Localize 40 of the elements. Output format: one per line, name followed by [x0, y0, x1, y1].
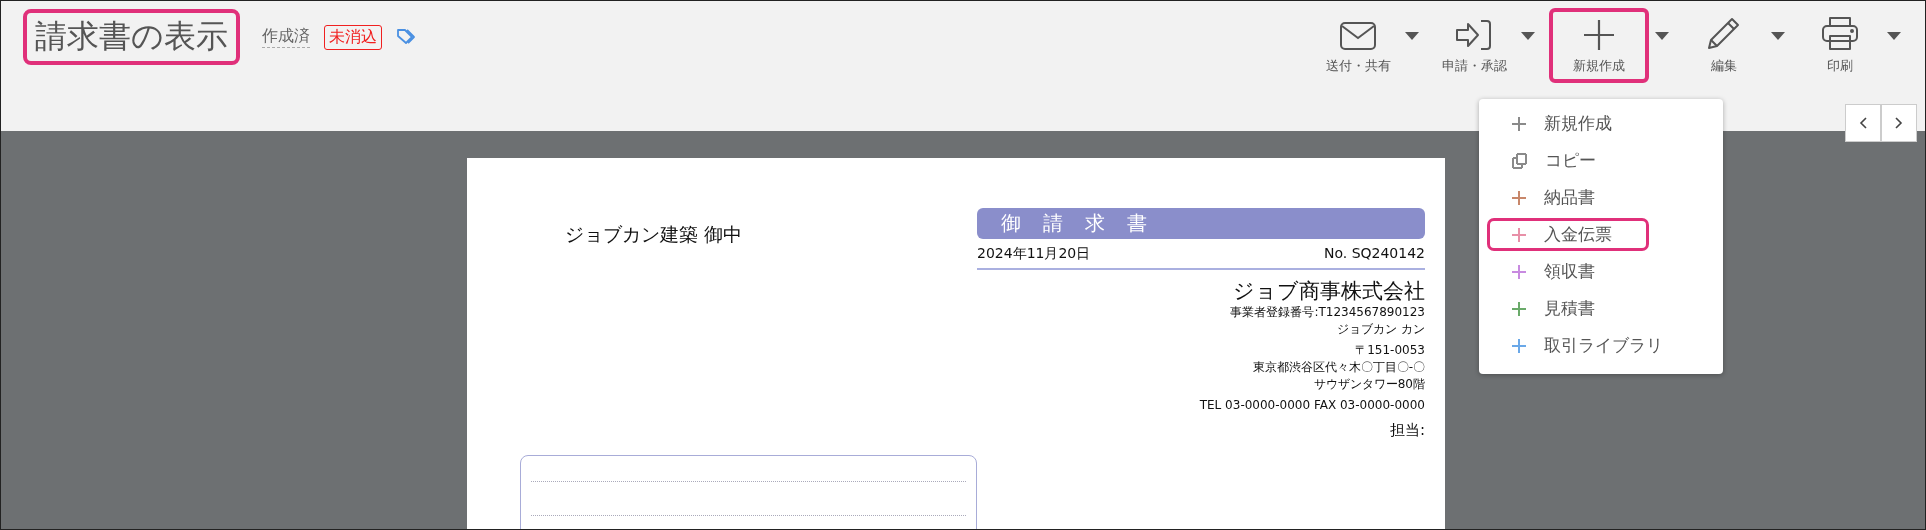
caret-icon[interactable] [1655, 31, 1669, 40]
caret-icon[interactable] [1521, 31, 1535, 40]
tag-icon[interactable] [396, 28, 418, 46]
caret-icon[interactable] [1771, 31, 1785, 40]
contact-label: 担当: [1389, 422, 1425, 439]
toolbar-button[interactable]: 申請・承認 [1433, 8, 1515, 83]
phone-fax: TEL 03-0000-0000 FAX 03-0000-0000 [1199, 397, 1425, 414]
registration-number: 事業者登録番号:T1234567890123 [1230, 304, 1425, 321]
recipient-name: ジョブカン建築 御中 [565, 223, 743, 245]
pencil-icon [1706, 15, 1742, 51]
toolbar-button[interactable]: 送付・共有 [1317, 8, 1399, 83]
printer-icon [1821, 15, 1859, 51]
company-name: ジョブ商事株式会社 [1233, 278, 1425, 304]
menu-item[interactable]: 領収書 [1487, 255, 1649, 288]
menu-item[interactable]: 納品書 [1487, 181, 1649, 214]
postal-code: 〒151-0053 [1355, 342, 1425, 359]
caret-icon[interactable] [1405, 31, 1419, 40]
address-line: 東京都渋谷区代々木〇丁目〇-〇 [1252, 359, 1425, 376]
invoice-number: No. SQ240142 [1323, 245, 1425, 263]
envelope-icon [1339, 21, 1377, 51]
menu-item[interactable]: 見積書 [1487, 292, 1649, 325]
page-title: 請求書の表示 [23, 9, 240, 65]
toolbar-button[interactable]: 印刷 [1799, 8, 1881, 83]
toolbar-button[interactable]: 編集 [1683, 8, 1765, 83]
building-line: サウザンタワー80階 [1313, 376, 1425, 393]
invoice-date: 2024年11月20日 [977, 245, 1091, 263]
status-label: 作成済 [262, 26, 310, 48]
status-badge: 未消込 [324, 24, 382, 50]
menu-item[interactable]: 取引ライブラリ [1487, 329, 1676, 362]
chevron-right-icon [1895, 117, 1903, 129]
menu-item[interactable]: 新規作成 [1487, 107, 1649, 140]
title-band: 御請求書 [977, 208, 1425, 239]
menu-item[interactable]: コピー [1487, 144, 1649, 177]
menu-item[interactable]: 入金伝票 [1487, 218, 1649, 251]
plus-icon [1583, 19, 1615, 51]
chevron-left-icon [1859, 117, 1867, 129]
caret-icon[interactable] [1887, 31, 1901, 40]
sign-in-icon [1455, 19, 1493, 51]
person-name: ジョブカン カン [1337, 321, 1425, 338]
toolbar-button[interactable]: 新規作成 [1549, 8, 1649, 83]
